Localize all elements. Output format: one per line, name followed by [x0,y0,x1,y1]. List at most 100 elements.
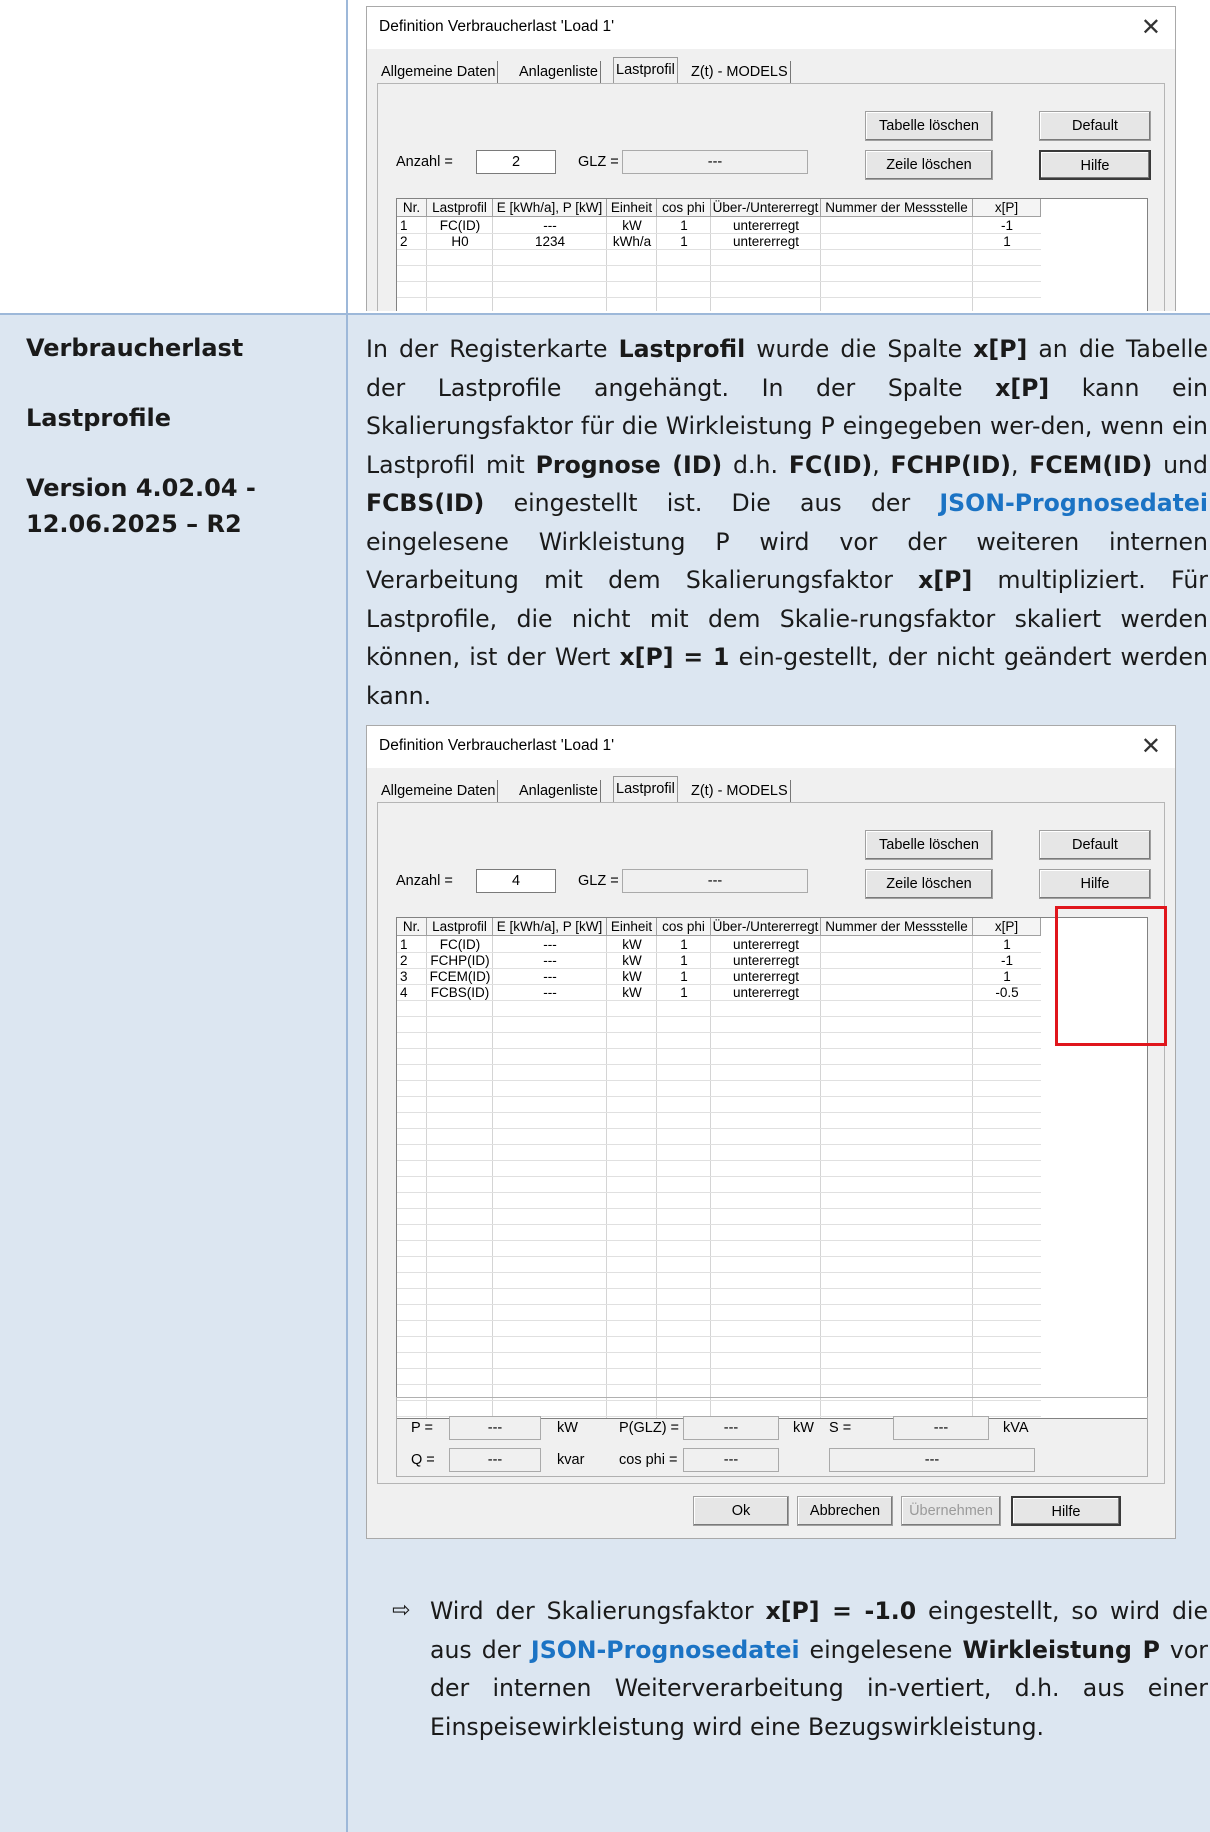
table-cell[interactable]: --- [493,218,607,234]
column-header[interactable]: x[P] [973,199,1041,217]
table-cell[interactable] [821,985,976,1001]
extra-field: --- [829,1448,1035,1472]
table-cell[interactable] [821,969,976,985]
anzahl-field[interactable]: 4 [476,869,556,893]
tab-anlagenliste[interactable]: Anlagenliste [517,780,601,802]
table-cell[interactable]: H0 [427,234,493,250]
table-cell[interactable]: kW [607,969,657,985]
table-cell[interactable]: kWh/a [607,234,657,250]
table-cell[interactable]: untererregt [711,234,821,250]
column-header[interactable]: cos phi [657,199,711,217]
column-header[interactable]: Nummer der Messstelle [821,918,973,936]
tab-anlagenliste[interactable]: Anlagenliste [517,61,601,83]
table-cell[interactable]: --- [493,969,607,985]
table-cell[interactable]: 1 [397,218,430,234]
tab-lastprofil[interactable]: Lastprofil [613,57,678,84]
table-cell[interactable]: untererregt [711,953,821,969]
row-divider [397,281,1041,282]
column-header[interactable]: E [kWh/a], P [kW] [493,199,607,217]
s-unit: kVA [1003,1420,1029,1436]
table-cell[interactable]: 1 [657,234,711,250]
table-cell[interactable]: --- [493,937,607,953]
hilfe-button[interactable]: Hilfe [1039,869,1151,899]
tabelle-loeschen-button[interactable]: Tabelle löschen [865,111,993,141]
table-cell[interactable]: kW [607,953,657,969]
column-header[interactable]: Nr. [397,918,427,936]
table-cell[interactable]: 1 [657,937,711,953]
dialog-titlebar: Definition Verbraucherlast 'Load 1' ✕ [367,7,1175,49]
table-cell[interactable] [821,234,976,250]
default-button[interactable]: Default [1039,830,1151,860]
table-cell[interactable]: -0.5 [973,985,1041,1001]
table-cell[interactable]: --- [493,985,607,1001]
uebernehmen-button[interactable]: Übernehmen [901,1496,1001,1526]
table-cell[interactable]: 1 [657,953,711,969]
table-cell[interactable]: --- [493,953,607,969]
table-cell[interactable]: kW [607,985,657,1001]
close-icon[interactable]: ✕ [1141,732,1161,760]
json-prognosedatei-link[interactable]: JSON-Prognosedatei [531,1636,800,1664]
table-cell[interactable]: 1 [397,937,430,953]
table-cell[interactable]: FC(ID) [427,218,493,234]
column-header[interactable]: Nummer der Messstelle [821,199,973,217]
default-button[interactable]: Default [1039,111,1151,141]
table-cell[interactable]: FCBS(ID) [427,985,493,1001]
lastprofil-table[interactable]: Nr. Lastprofil E [kWh/a], P [kW] Einheit cos… [396,198,1148,311]
table-cell[interactable]: 1 [973,937,1041,953]
column-divider [346,0,348,1832]
hilfe-button[interactable]: Hilfe [1039,150,1151,180]
table-cell[interactable]: FCHP(ID) [427,953,493,969]
table-cell[interactable]: 1 [657,969,711,985]
table-cell[interactable]: 2 [397,953,430,969]
tab-zt-models[interactable]: Z(t) - MODELS [689,780,791,802]
table-cell[interactable]: 1 [973,234,1041,250]
column-divider [426,936,427,1418]
ok-button[interactable]: Ok [693,1496,789,1526]
column-header[interactable]: Lastprofil [427,918,493,936]
close-icon[interactable]: ✕ [1141,13,1161,41]
table-cell[interactable]: kW [607,218,657,234]
table-cell[interactable] [821,218,976,234]
lastprofil-table[interactable]: Nr. Lastprofil E [kWh/a], P [kW] Einheit cos… [396,917,1148,1419]
row-divider [0,313,1210,315]
table-cell[interactable]: -1 [973,218,1041,234]
column-header[interactable]: E [kWh/a], P [kW] [493,918,607,936]
column-header[interactable]: Nr. [397,199,427,217]
table-cell[interactable]: untererregt [711,937,821,953]
table-cell[interactable]: untererregt [711,985,821,1001]
table-cell[interactable] [821,937,976,953]
table-cell[interactable]: FCEM(ID) [427,969,493,985]
table-cell[interactable]: untererregt [711,218,821,234]
json-prognosedatei-link[interactable]: JSON-Prognosedatei [939,489,1208,517]
column-header[interactable]: Lastprofil [427,199,493,217]
table-cell[interactable]: 2 [397,234,430,250]
table-cell[interactable] [821,953,976,969]
table-cell[interactable]: FC(ID) [427,937,493,953]
tab-allgemeine-daten[interactable]: Allgemeine Daten [379,780,499,802]
anzahl-field[interactable]: 2 [476,150,556,174]
tab-lastprofil[interactable]: Lastprofil [613,776,678,803]
tabelle-loeschen-button[interactable]: Tabelle löschen [865,830,993,860]
tab-allgemeine-daten[interactable]: Allgemeine Daten [379,61,499,83]
table-cell[interactable]: -1 [973,953,1041,969]
dialog-title: Definition Verbraucherlast 'Load 1' [379,18,615,35]
column-header[interactable]: Über-/Untererregt [711,918,821,936]
table-cell[interactable]: 1 [973,969,1041,985]
column-header[interactable]: Einheit [607,918,657,936]
column-header[interactable]: x[P] [973,918,1041,936]
column-header[interactable]: Über-/Untererregt [711,199,821,217]
table-cell[interactable]: 1 [657,218,711,234]
column-header[interactable]: Einheit [607,199,657,217]
abbrechen-button[interactable]: Abbrechen [797,1496,893,1526]
column-header[interactable]: cos phi [657,918,711,936]
table-cell[interactable]: 1 [657,985,711,1001]
table-cell[interactable]: untererregt [711,969,821,985]
tab-zt-models[interactable]: Z(t) - MODELS [689,61,791,83]
table-cell[interactable]: kW [607,937,657,953]
zeile-loeschen-button[interactable]: Zeile löschen [865,150,993,180]
table-cell[interactable]: 4 [397,985,430,1001]
hilfe-footer-button[interactable]: Hilfe [1011,1496,1121,1526]
table-cell[interactable]: 1234 [493,234,607,250]
zeile-loeschen-button[interactable]: Zeile löschen [865,869,993,899]
table-cell[interactable]: 3 [397,969,430,985]
